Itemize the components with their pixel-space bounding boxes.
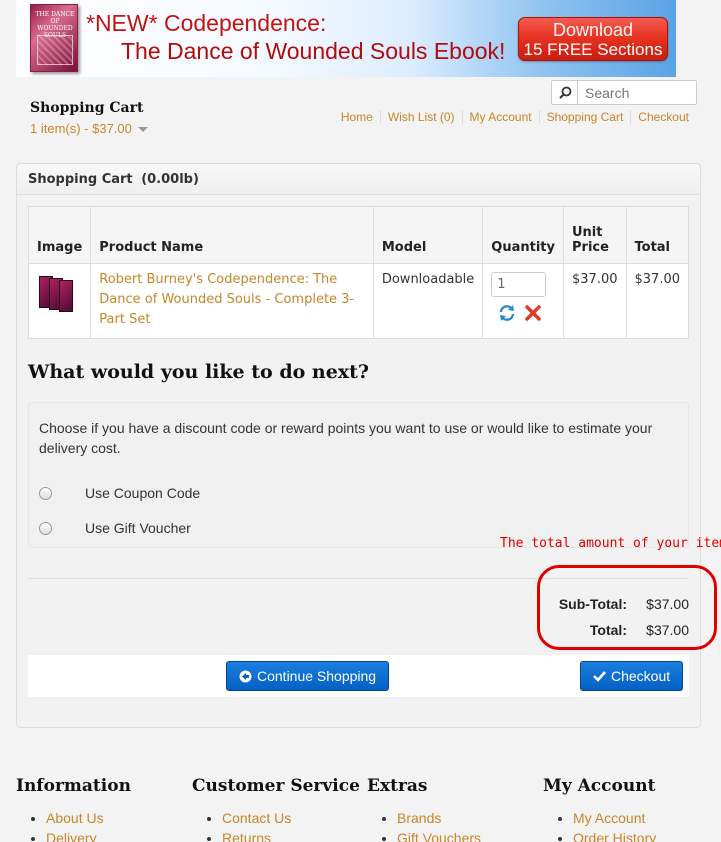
link-my-account[interactable]: My Account: [461, 110, 539, 124]
annotation-text: The total amount of your item: [500, 536, 721, 551]
new-tag: *NEW*: [86, 10, 158, 36]
checkout-button[interactable]: Checkout: [580, 661, 684, 691]
coupon-label[interactable]: Use Coupon Code: [85, 483, 200, 503]
download-free-sections-button[interactable]: Download 15 FREE Sections: [518, 17, 668, 61]
next-step-box: Choose if you have a discount code or re…: [28, 402, 689, 548]
refresh-icon[interactable]: [498, 304, 516, 322]
gift-voucher-label[interactable]: Use Gift Voucher: [85, 518, 191, 538]
footer-link-my-account[interactable]: My Account: [573, 810, 645, 826]
col-total: Total: [625, 206, 689, 264]
footer-extras: Extras Brands Gift Vouchers: [367, 776, 481, 842]
remove-icon[interactable]: [524, 304, 542, 322]
link-checkout[interactable]: Checkout: [630, 110, 696, 124]
ebook-cover-image: THE DANCE OF WOUNDED SOULS: [30, 4, 78, 72]
link-home[interactable]: Home: [334, 110, 380, 124]
total-cell: $37.00: [625, 263, 689, 339]
footer-my-account: My Account My Account Order History: [543, 776, 656, 842]
footer-link-about-us[interactable]: About Us: [46, 810, 104, 826]
coupon-radio[interactable]: [39, 486, 52, 500]
footer-link-delivery[interactable]: Delivery: [46, 830, 97, 842]
footer-customer-service-title: Customer Service: [192, 776, 360, 796]
next-step-title: What would you like to do next?: [28, 361, 370, 383]
cart-weight: (0.00lb): [141, 172, 199, 187]
table-row: Robert Burney's Codependence: The Dance …: [27, 263, 689, 339]
panel-heading: Shopping Cart (0.00lb): [17, 164, 700, 195]
gift-voucher-radio[interactable]: [39, 521, 52, 535]
banner-headline-2: The Dance of Wounded Souls Ebook!: [121, 38, 506, 64]
product-image-cell: [27, 263, 92, 339]
footer-link-order-history[interactable]: Order History: [573, 830, 656, 842]
annotation-circle: [537, 565, 717, 650]
banner-headline-1: *NEW* Codependence:: [86, 10, 327, 36]
cart-table: Image Product Name Model Quantity Unit Pr…: [27, 206, 689, 339]
next-step-description: Choose if you have a discount code or re…: [39, 420, 653, 456]
checkmark-icon: [593, 670, 606, 682]
search-input[interactable]: [579, 81, 695, 104]
col-product-name: Product Name: [90, 206, 374, 264]
caret-down-icon: [137, 127, 148, 133]
model-cell: Downloadable: [372, 263, 484, 339]
header-cart-title[interactable]: Shopping Cart: [30, 100, 143, 116]
top-links: Home Wish List (0) My Account Shopping C…: [334, 110, 696, 124]
col-model: Model: [372, 206, 484, 264]
search-box[interactable]: [551, 80, 697, 105]
footer-my-account-title: My Account: [543, 776, 656, 796]
col-unit-price: Unit Price: [563, 206, 627, 264]
col-image: Image: [27, 206, 92, 264]
table-header-row: Image Product Name Model Quantity Unit Pr…: [27, 206, 689, 264]
promo-banner[interactable]: THE DANCE OF WOUNDED SOULS *NEW* Codepen…: [16, 0, 676, 77]
footer-link-contact-us[interactable]: Contact Us: [222, 810, 291, 826]
footer-link-gift-vouchers[interactable]: Gift Vouchers: [397, 830, 481, 842]
product-name-cell: Robert Burney's Codependence: The Dance …: [90, 263, 374, 339]
link-shopping-cart[interactable]: Shopping Cart: [538, 110, 631, 124]
product-thumbnail[interactable]: [37, 272, 77, 312]
header-cart-dropdown[interactable]: 1 item(s) - $37.00: [30, 121, 148, 136]
option-coupon[interactable]: Use Coupon Code: [39, 483, 200, 503]
footer-customer-service: Customer Service Contact Us Returns: [192, 776, 360, 842]
quantity-cell: [482, 263, 564, 339]
footer-link-returns[interactable]: Returns: [222, 830, 271, 842]
cart-buttons: Continue Shopping Checkout: [28, 655, 689, 697]
arrow-left-circle-icon: [239, 670, 252, 683]
continue-shopping-button[interactable]: Continue Shopping: [226, 661, 390, 691]
unit-price-cell: $37.00: [563, 263, 627, 339]
search-icon[interactable]: [552, 81, 578, 104]
footer-link-brands[interactable]: Brands: [397, 810, 441, 826]
footer-information-title: Information: [16, 776, 131, 796]
product-name-link[interactable]: Robert Burney's Codependence: The Dance …: [99, 270, 365, 330]
quantity-input[interactable]: [491, 272, 547, 297]
col-quantity: Quantity: [482, 206, 564, 264]
link-wish-list[interactable]: Wish List (0): [379, 110, 462, 124]
footer-extras-title: Extras: [367, 776, 428, 796]
footer-information: Information About Us Delivery: [16, 776, 131, 842]
option-gift-voucher[interactable]: Use Gift Voucher: [39, 518, 191, 538]
